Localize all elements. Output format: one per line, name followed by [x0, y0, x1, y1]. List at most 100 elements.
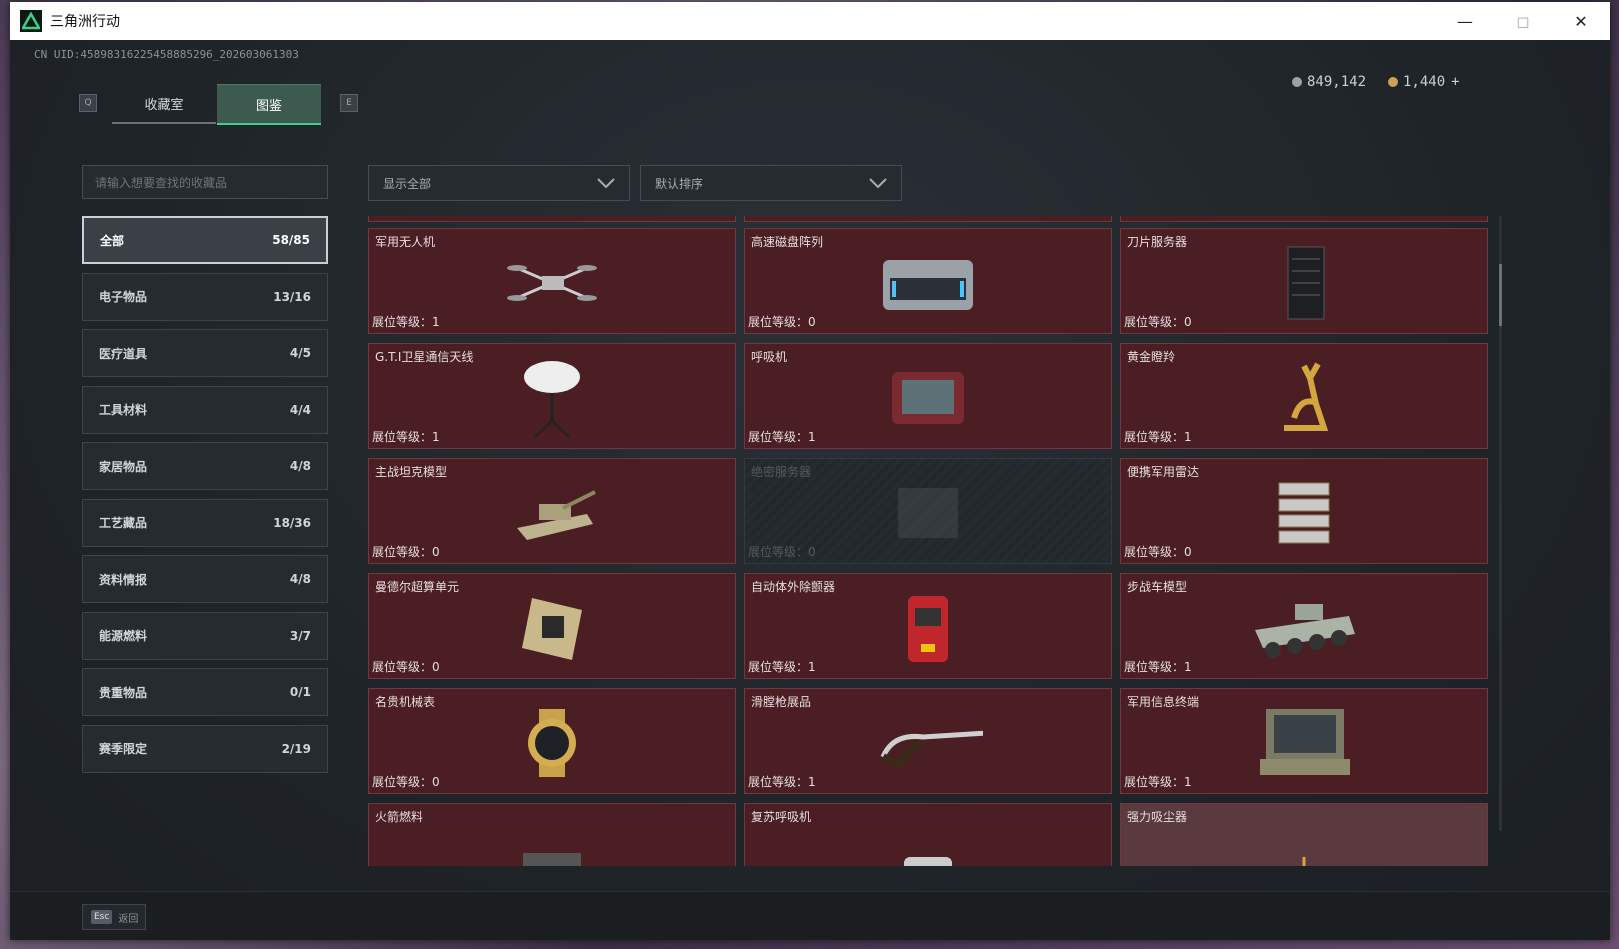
- category-count: 3/7: [289, 628, 311, 643]
- item-card-partial[interactable]: [744, 216, 1112, 222]
- item-card[interactable]: 滑膛枪展品展位等级：1: [744, 688, 1112, 794]
- chevron-down-icon: [597, 178, 615, 188]
- search-placeholder: 请输入想要查找的收藏品: [95, 175, 228, 190]
- back-label: 返回: [118, 913, 139, 925]
- item-card[interactable]: 军用无人机 展位等级：1: [368, 228, 736, 334]
- category-item[interactable]: 工具材料 4/4: [82, 385, 328, 434]
- item-level: 展位等级：0: [1124, 545, 1192, 559]
- item-name: 自动体外除颤器: [751, 580, 836, 594]
- vacuum-icon: [1249, 818, 1359, 866]
- category-item[interactable]: 家居物品 4/8: [82, 442, 328, 490]
- tab-next-key[interactable]: E: [340, 94, 358, 112]
- item-level: 展位等级：1: [1124, 660, 1192, 674]
- category-item[interactable]: 赛季限定 2/19: [82, 724, 328, 773]
- category-item[interactable]: 贵重物品 0/1: [82, 668, 328, 716]
- tab-catalog[interactable]: 图鉴: [217, 84, 321, 125]
- item-level: 展位等级：1: [372, 315, 440, 329]
- category-label: 贵重物品: [99, 685, 148, 700]
- item-name: 军用信息终端: [1127, 695, 1200, 709]
- user-uid: CN UID:4589831622545888529​6_20260306130…: [34, 48, 299, 61]
- item-card[interactable]: 便携军用雷达 展位等级：0: [1120, 458, 1488, 564]
- tab-prev-key[interactable]: Q: [79, 94, 97, 112]
- category-label: 能源燃料: [99, 629, 148, 643]
- item-name: 绝密服务器: [751, 465, 812, 479]
- category-label: 全部: [100, 233, 125, 248]
- category-item[interactable]: 全部 58/85: [82, 216, 328, 264]
- add-currency-button[interactable]: +: [1451, 74, 1459, 90]
- item-card[interactable]: 名贵机械表 展位等级：0: [368, 688, 736, 794]
- item-card[interactable]: 主战坦克模型 展位等级：0: [368, 458, 736, 564]
- item-card[interactable]: 步战车模型展位等级：1: [1120, 573, 1488, 679]
- item-name: 主战坦克模型: [375, 465, 448, 479]
- filter-dropdown[interactable]: 显示全部: [368, 165, 630, 201]
- supercompute-unit-icon: [497, 588, 607, 668]
- item-card[interactable]: 强力吸尘器: [1120, 803, 1488, 866]
- item-card[interactable]: 黄金瞪羚 展位等级：1: [1120, 343, 1488, 449]
- sort-dropdown[interactable]: 默认排序: [640, 165, 902, 201]
- category-label: 资料情报: [99, 572, 148, 587]
- item-card[interactable]: 呼吸机 展位等级：1: [744, 343, 1112, 449]
- main-content: CN UID:4589831622545888529​6_20260306130…: [10, 40, 1610, 940]
- silver-amount: 849,142: [1307, 74, 1367, 90]
- sort-label: 默认排序: [655, 176, 704, 191]
- gold-currency: 1,440 +: [1388, 74, 1460, 90]
- item-card[interactable]: 军用信息终端 展位等级：1: [1120, 688, 1488, 794]
- category-count: 18/36: [273, 515, 311, 530]
- item-level: 展位等级：0: [748, 315, 816, 329]
- tab-collection-room[interactable]: 收藏室: [112, 84, 216, 124]
- category-count: 4/4: [289, 402, 311, 417]
- item-card-partial[interactable]: [1120, 216, 1488, 222]
- silver-coin-icon: [1292, 77, 1302, 87]
- drone-icon: [497, 243, 607, 323]
- item-card[interactable]: 复苏呼吸机: [744, 803, 1112, 866]
- item-name: 曼德尔超算单元: [375, 580, 460, 594]
- blade-server-icon: [1249, 243, 1359, 323]
- item-level: 展位等级：1: [1124, 775, 1192, 789]
- tank-model-icon: [497, 473, 607, 553]
- musket-icon: [873, 703, 983, 783]
- item-card[interactable]: 高速磁盘阵列 展位等级：0: [744, 228, 1112, 334]
- category-count: 4/8: [289, 572, 311, 586]
- item-card-partial[interactable]: [368, 216, 736, 222]
- secret-server-icon: [873, 473, 983, 553]
- item-name: 滑膛枪展品: [751, 695, 812, 709]
- maximize-icon[interactable]: ◻: [1494, 2, 1552, 40]
- item-card[interactable]: 曼德尔超算单元 展位等级：0: [368, 573, 736, 679]
- item-level: 展位等级：1: [748, 775, 816, 789]
- category-item[interactable]: 工艺藏品 18/36: [82, 498, 328, 547]
- rocket-fuel-icon: [497, 818, 607, 866]
- category-item[interactable]: 资料情报 4/8: [82, 555, 328, 603]
- item-card[interactable]: 火箭燃料: [368, 803, 736, 866]
- item-name: 高速磁盘阵列: [751, 235, 824, 249]
- item-card[interactable]: 自动体外除颤器 展位等级：1: [744, 573, 1112, 679]
- back-button[interactable]: Esc 返回: [82, 904, 146, 930]
- ventilator-icon: [873, 358, 983, 438]
- item-name: 步战车模型: [1127, 580, 1188, 594]
- item-card[interactable]: 绝密服务器 展位等级：0: [744, 458, 1112, 564]
- item-level: 展位等级：0: [372, 660, 440, 674]
- scrollbar-thumb[interactable]: [1499, 264, 1502, 326]
- minimize-icon[interactable]: —: [1436, 2, 1494, 40]
- item-card[interactable]: G.T.I卫星通信天线 展位等级：1: [368, 343, 736, 449]
- category-count: 58/85: [272, 233, 310, 247]
- watch-icon: [497, 703, 607, 783]
- esc-key-hint: Esc: [91, 910, 113, 924]
- search-input[interactable]: 请输入想要查找的收藏品: [82, 165, 328, 199]
- category-count: 13/16: [273, 289, 311, 304]
- category-label: 工艺藏品: [99, 516, 148, 530]
- disk-array-icon: [873, 243, 983, 323]
- chevron-down-icon: [869, 178, 887, 188]
- item-name: 复苏呼吸机: [751, 810, 812, 824]
- item-card[interactable]: 刀片服务器 展位等级：0: [1120, 228, 1488, 334]
- category-label: 家居物品: [99, 459, 148, 474]
- item-name: 名贵机械表: [375, 695, 436, 709]
- category-item[interactable]: 能源燃料 3/7: [82, 611, 328, 660]
- filter-label: 显示全部: [383, 176, 432, 191]
- defibrillator-icon: [873, 588, 983, 668]
- category-item[interactable]: 医疗道具 4/5: [82, 329, 328, 377]
- app-logo-icon: [20, 10, 42, 32]
- item-name: 强力吸尘器: [1127, 810, 1188, 824]
- window-title: 三角洲行动: [50, 14, 120, 30]
- category-item[interactable]: 电子物品 13/16: [82, 272, 328, 321]
- close-icon[interactable]: ✕: [1552, 2, 1610, 40]
